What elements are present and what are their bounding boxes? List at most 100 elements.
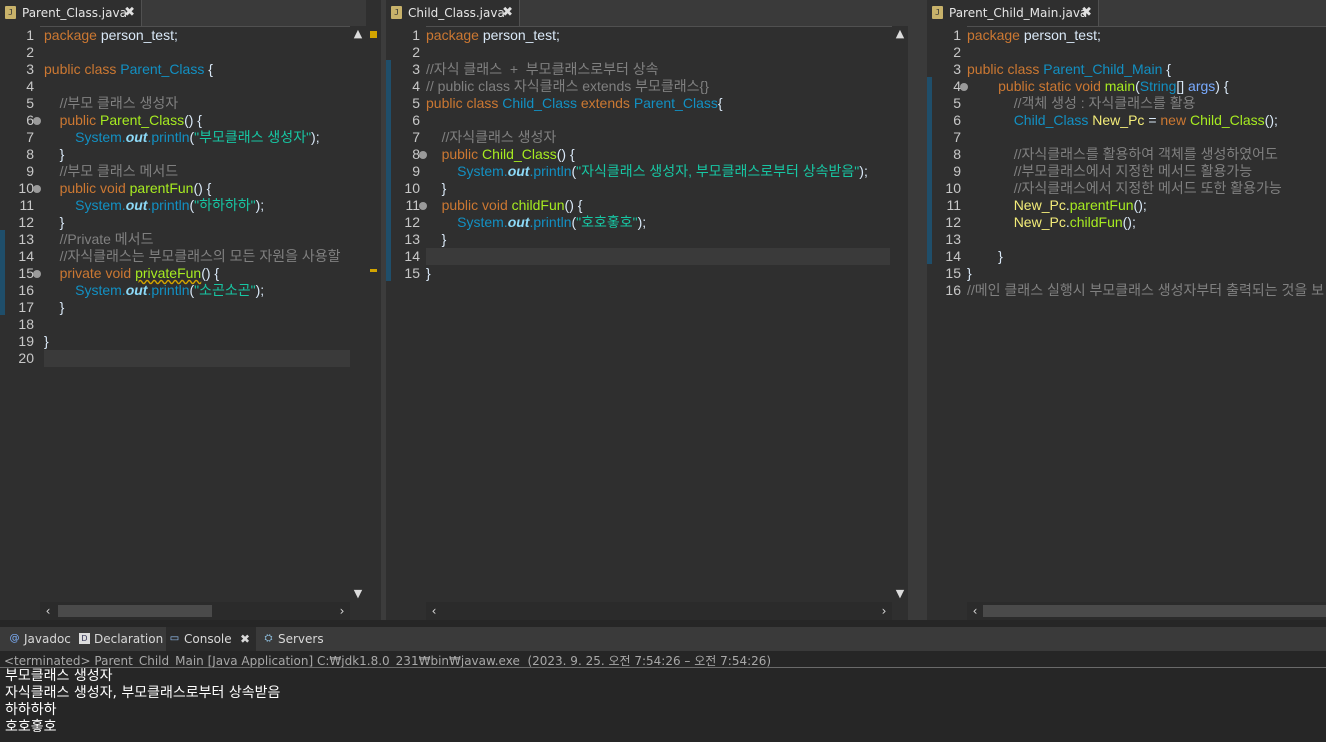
code-line[interactable]: //Private 메서드 — [44, 231, 154, 248]
scroll-right-icon[interactable]: › — [334, 603, 350, 619]
line-number: 6 — [412, 112, 420, 128]
close-icon[interactable]: ✖ — [124, 0, 135, 26]
code-line[interactable]: public static void main(String[] args) { — [967, 78, 1228, 95]
line-number: 7 — [26, 129, 34, 145]
scroll-left-icon[interactable]: ‹ — [426, 603, 442, 619]
code-line[interactable]: //자식클래스에서 지정한 메서드 또한 활용가능 — [967, 180, 1282, 197]
warning-marker[interactable] — [370, 31, 377, 38]
line-number: 13 — [18, 231, 34, 247]
change-marker — [0, 230, 5, 315]
tab-parent-class[interactable]: J Parent_Class.java ✖ — [0, 0, 142, 26]
line-number: 3 — [26, 61, 34, 77]
scroll-left-icon[interactable]: ‹ — [967, 603, 983, 619]
code-line[interactable]: } — [426, 180, 447, 197]
fold-toggle-icon[interactable] — [33, 185, 41, 193]
code-line[interactable]: // public class 자식클래스 extends 부모클래스{} — [426, 78, 709, 95]
tab-label: Console — [184, 632, 232, 646]
line-number: 18 — [18, 316, 34, 332]
tab-child-class[interactable]: J Child_Class.java ✖ — [386, 0, 520, 26]
console-output-line: 자식클래스 생성자, 부모클래스로부터 상속받음 — [5, 685, 281, 701]
editor-tabbar: J Child_Class.java ✖ — [386, 0, 908, 27]
code-line[interactable]: Child_Class New_Pc = new Child_Class(); — [967, 112, 1278, 129]
scroll-left-icon[interactable]: ‹ — [40, 603, 56, 619]
code-line[interactable]: public void parentFun() { — [44, 180, 212, 197]
current-line-highlight — [426, 248, 890, 265]
line-number: 11 — [19, 197, 34, 213]
line-number: 11 — [405, 197, 420, 213]
code-line[interactable]: //객체 생성 : 자식클래스를 활용 — [967, 95, 1196, 112]
close-icon[interactable]: ✖ — [502, 0, 513, 26]
line-number: 15 — [945, 265, 961, 281]
code-line[interactable]: } — [967, 265, 972, 282]
code-line[interactable]: System.out.println("자식클래스 생성자, 부모클래스로부터 … — [426, 163, 868, 180]
fold-toggle-icon[interactable] — [33, 117, 41, 125]
code-line[interactable]: } — [44, 333, 49, 350]
horizontal-scrollbar[interactable]: ‹ › — [40, 602, 350, 620]
horizontal-scrollbar[interactable]: ‹ — [967, 602, 1326, 620]
code-line[interactable]: //메인 클래스 실행시 부모클래스 생성자부터 출력되는 것을 보 — [967, 282, 1324, 299]
console-output-line: 하하하하 — [5, 702, 57, 718]
line-number: 7 — [953, 129, 961, 145]
scroll-right-icon[interactable]: › — [876, 603, 892, 619]
tab-javadoc[interactable]: @ Javadoc — [6, 627, 74, 651]
vertical-scrollbar[interactable]: ▲ ▼ — [350, 26, 366, 602]
code-line[interactable]: //자식클래스를 활용하여 객체를 생성하였어도 — [967, 146, 1278, 163]
code-line[interactable]: System.out.println("하하하하"); — [44, 197, 264, 214]
scrollbar-thumb[interactable] — [58, 605, 212, 617]
code-line[interactable]: //자식 클래스 + 부모클래스로부터 상속 — [426, 61, 659, 78]
code-line[interactable]: public Child_Class() { — [426, 146, 575, 163]
editor-parent-class[interactable]: J Parent_Class.java ✖ 1 package person_te… — [0, 0, 366, 620]
javadoc-icon: @ — [9, 633, 20, 644]
line-number: 14 — [18, 248, 34, 264]
code-line[interactable]: } — [44, 146, 65, 163]
java-file-icon: J — [391, 6, 402, 19]
code-line[interactable]: New_Pc.childFun(); — [967, 214, 1136, 231]
scroll-down-icon[interactable]: ▼ — [350, 586, 366, 602]
code-line[interactable]: //부모 클래스 메서드 — [44, 163, 179, 180]
tab-servers[interactable]: ⛭ Servers — [260, 627, 324, 651]
close-icon[interactable]: ✖ — [1081, 0, 1092, 26]
code-line[interactable]: } — [44, 299, 65, 316]
code-line[interactable]: private void privateFun() { — [44, 265, 220, 282]
warning-marker[interactable] — [370, 269, 377, 272]
tab-console[interactable]: ▭ Console ✖ — [166, 627, 256, 651]
scrollbar-thumb[interactable] — [983, 605, 1326, 617]
code-line[interactable]: public Parent_Class() { — [44, 112, 202, 129]
line-number: 10 — [945, 180, 961, 196]
horizontal-scrollbar[interactable]: ‹ › — [426, 602, 892, 620]
pane-divider[interactable] — [908, 0, 927, 620]
code-line[interactable]: New_Pc.parentFun(); — [967, 197, 1147, 214]
editor-parent-child-main[interactable]: J Parent_Child_Main.java ✖ 1 package pers… — [927, 0, 1326, 620]
line-number: 1 — [26, 27, 34, 43]
tab-declaration[interactable]: D Declaration — [76, 627, 163, 651]
line-number: 4 — [953, 78, 961, 94]
line-number: 15 — [404, 265, 420, 281]
code-line[interactable]: //자식클래스 생성자 — [426, 129, 557, 146]
code-line[interactable]: //자식클래스는 부모클래스의 모든 자원을 사용할 — [44, 248, 341, 265]
scroll-down-icon[interactable]: ▼ — [892, 586, 908, 602]
fold-toggle-icon[interactable] — [33, 270, 41, 278]
code-line[interactable]: package person_test; — [967, 27, 1101, 44]
code-line[interactable]: public class Parent_Child_Main { — [967, 61, 1171, 78]
tab-parent-child-main[interactable]: J Parent_Child_Main.java ✖ — [927, 0, 1099, 26]
scroll-up-icon[interactable]: ▲ — [892, 26, 908, 42]
code-line[interactable]: } — [44, 214, 65, 231]
code-line[interactable]: } — [426, 265, 431, 282]
code-line[interactable]: } — [967, 248, 1003, 265]
code-line[interactable]: package person_test; — [44, 27, 178, 44]
code-line[interactable]: //부모클래스에서 지정한 메서드 활용가능 — [967, 163, 1252, 180]
code-line[interactable]: System.out.println("소곤소곤"); — [44, 282, 264, 299]
close-icon[interactable]: ✖ — [240, 627, 250, 651]
editor-child-class[interactable]: J Child_Class.java ✖ 1 package person_tes… — [386, 0, 908, 620]
code-line[interactable]: public class Child_Class extends Parent_… — [426, 95, 723, 112]
code-line[interactable]: public void childFun() { — [426, 197, 583, 214]
scroll-up-icon[interactable]: ▲ — [350, 26, 366, 42]
vertical-scrollbar[interactable]: ▲ ▼ — [892, 26, 908, 602]
code-line[interactable]: //부모 클래스 생성자 — [44, 95, 179, 112]
code-line[interactable]: public class Parent_Class { — [44, 61, 213, 78]
change-ruler — [386, 26, 391, 620]
code-line[interactable]: package person_test; — [426, 27, 560, 44]
code-line[interactable]: System.out.println("호호홓호"); — [426, 214, 646, 231]
code-line[interactable]: } — [426, 231, 447, 248]
code-line[interactable]: System.out.println("부모클래스 생성자"); — [44, 129, 319, 146]
